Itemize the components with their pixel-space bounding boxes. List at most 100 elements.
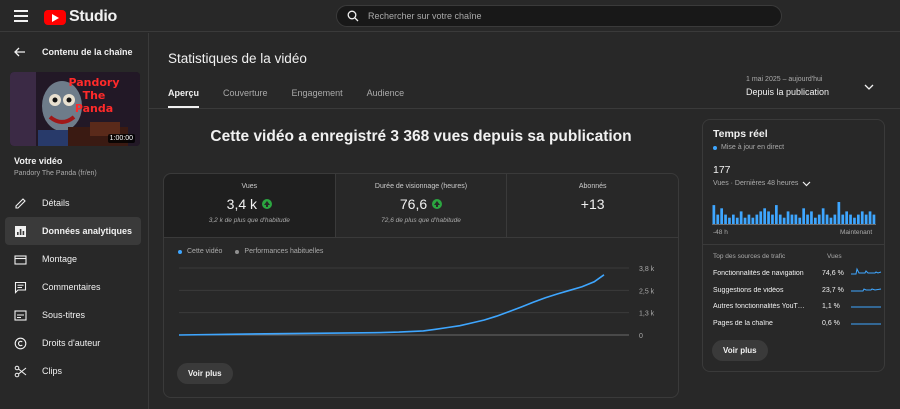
studio-logo-label: Studio (69, 8, 117, 25)
menu-icon[interactable] (14, 10, 28, 22)
tab-audience[interactable]: Audience (367, 88, 405, 108)
y-tick-label: 0 (639, 333, 643, 340)
search-input[interactable] (368, 11, 748, 21)
traffic-source-row: Pages de la chaîne 0,6 % (713, 320, 881, 336)
traffic-source-name: Autres fonctionnalités YouTube (713, 303, 807, 310)
realtime-bar (833, 214, 837, 224)
legend-swatch (235, 249, 240, 254)
realtime-bar (814, 217, 817, 224)
metric-label: Abonnés (578, 183, 607, 190)
realtime-bar (767, 211, 770, 224)
sidebar-item-comments[interactable]: Commentaires (5, 273, 141, 301)
trend-up-icon (262, 199, 273, 209)
realtime-card: Temps réel Mise à jour en direct 177 Vue… (702, 119, 885, 372)
realtime-bar (712, 205, 716, 224)
headline: Cette vidéo a enregistré 3 368 vues depu… (210, 128, 632, 145)
realtime-bar (739, 211, 743, 224)
sidebar-item-label: Sous-titres (42, 310, 86, 320)
realtime-bar (872, 214, 876, 224)
traffic-sparkline (851, 267, 882, 275)
studio-logo[interactable]: Studio (44, 8, 117, 26)
chevron-down-icon (864, 84, 874, 90)
legend-swatch (178, 249, 182, 254)
realtime-bar (868, 211, 872, 224)
realtime-bar (751, 217, 755, 224)
traffic-source-percent: 23,7 % (822, 286, 844, 294)
series-line-this-video (178, 274, 605, 336)
y-tick-label: 1,3 k (639, 311, 655, 318)
sidebar-item-label: Clips (42, 366, 63, 376)
legend-label: Performances habituelles (244, 248, 324, 255)
realtime-bar (720, 208, 723, 224)
metrics-divider (164, 237, 678, 238)
sidebar-item-details[interactable]: Détails (5, 189, 141, 217)
tab-engagement[interactable]: Engagement (292, 88, 343, 108)
metric-comparison: 72,6 de plus que d'habitude (381, 217, 461, 224)
sidebar-item-clips[interactable]: Clips (5, 357, 141, 385)
date-range-subtitle: 1 mai 2025 – aujourd'hui (746, 76, 823, 83)
realtime-bar (786, 211, 790, 224)
realtime-bar (763, 208, 766, 224)
sidebar-item-copyright[interactable]: Droits d'auteur (5, 329, 141, 357)
realtime-bar (806, 214, 809, 224)
metric-subscribers[interactable]: Abonnés +13 (507, 174, 678, 237)
realtime-bar (735, 217, 739, 224)
sidebar-item-editor[interactable]: Montage (5, 245, 141, 273)
pencil-icon (15, 197, 26, 209)
traffic-sparkline (851, 323, 881, 324)
scissors-icon (14, 365, 27, 377)
realtime-axis-start: -48 h (713, 229, 728, 236)
video-thumbnail[interactable]: Pandory The Panda 1:00:00 (10, 72, 140, 146)
realtime-see-more-button[interactable]: Voir plus (712, 340, 768, 361)
chart-legend: Cette vidéo Performances habituelles (178, 248, 336, 255)
realtime-bar (841, 214, 845, 224)
realtime-bar (794, 214, 798, 224)
date-range-selector[interactable]: 1 mai 2025 – aujourd'hui Depuis la publi… (746, 76, 886, 104)
chevron-down-icon (802, 181, 811, 186)
realtime-bar (778, 214, 782, 224)
metric-comparison: 3,2 k de plus que d'habitude (208, 217, 290, 224)
realtime-live-status: Mise à jour en direct (713, 144, 784, 151)
back-to-content-button[interactable]: Contenu de la chaîne (14, 47, 133, 57)
tab-overview[interactable]: Aperçu (168, 88, 200, 108)
youtube-logo-icon (44, 9, 66, 25)
realtime-bar (829, 217, 833, 224)
realtime-bar (821, 208, 825, 224)
overview-card: Vues 3,4 k 3,2 k de plus que d'habitude … (163, 173, 679, 398)
realtime-period-selector[interactable]: Vues · Dernières 48 heures (713, 180, 811, 187)
realtime-bar (759, 211, 763, 224)
copyright-icon (14, 337, 27, 349)
sidebar-item-label: Données analytiques (42, 226, 133, 236)
legend-item: Cette vidéo (178, 248, 222, 255)
realtime-title: Temps réel (713, 128, 768, 140)
y-tick-label: 2,5 k (639, 288, 655, 295)
realtime-bar (724, 214, 727, 224)
realtime-bar (825, 214, 829, 224)
realtime-bar (857, 214, 860, 224)
traffic-sparkline (851, 287, 882, 291)
sidebar-item-label: Commentaires (42, 282, 101, 292)
realtime-bar (755, 214, 759, 224)
analytics-icon (15, 225, 26, 237)
search-bar[interactable] (336, 5, 782, 27)
realtime-bar (775, 205, 778, 224)
realtime-axis-end: Maintenant (840, 229, 873, 236)
see-more-button[interactable]: Voir plus (177, 363, 233, 384)
realtime-bar (845, 211, 848, 224)
clapper-icon (14, 254, 27, 265)
arrow-left-icon (14, 47, 25, 57)
tabs-divider (149, 108, 900, 109)
sidebar-item-label: Détails (42, 198, 70, 208)
metric-watch-time[interactable]: Durée de visionnage (heures) 76,6 72,6 d… (336, 174, 508, 237)
traffic-sparkline (851, 306, 881, 308)
traffic-source-percent: 74,6 % (822, 270, 844, 277)
metric-label: Vues (241, 183, 258, 190)
traffic-source-name: Fonctionnalités de navigation (713, 270, 804, 277)
sidebar-item-subtitles[interactable]: Sous-titres (5, 301, 141, 329)
sidebar-item-analytics[interactable]: Données analytiques (5, 217, 141, 245)
tab-reach[interactable]: Couverture (223, 88, 268, 108)
realtime-bar-chart (712, 202, 876, 225)
realtime-bar (732, 214, 735, 224)
metric-views[interactable]: Vues 3,4 k 3,2 k de plus que d'habitude (164, 174, 336, 237)
views-line-chart: 01,3 k2,5 k3,8 k0295887116145174 jours (178, 266, 655, 340)
